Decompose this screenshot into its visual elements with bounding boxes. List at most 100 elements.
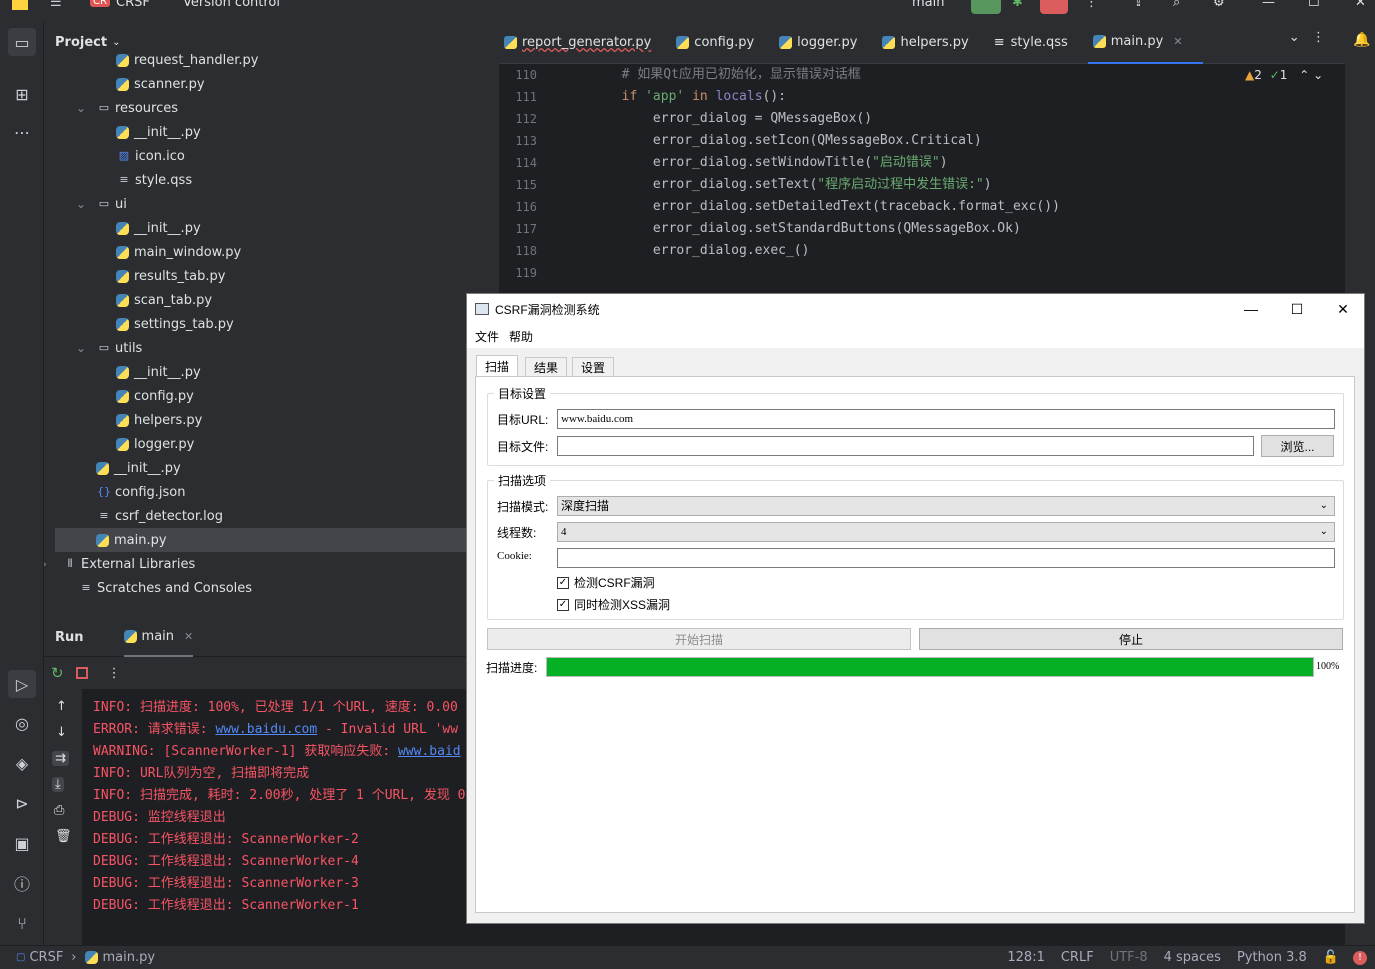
maximize-icon[interactable]: ☐ — [1308, 0, 1320, 10]
tree-item[interactable]: config.py — [116, 384, 194, 408]
csrf-checkbox[interactable]: ✓ 检测CSRF漏洞 — [557, 574, 655, 591]
console-output[interactable]: INFO: 扫描进度: 100%, 已处理 1/1 个URL, 速度: 0.00… — [82, 689, 499, 945]
notifications-icon[interactable]: 🔔 — [1353, 32, 1370, 48]
scroll-down-icon[interactable]: ↓ — [56, 725, 67, 740]
rerun-icon[interactable]: ↻ — [51, 664, 64, 682]
tree-item[interactable]: ⌄ ▭ resources — [76, 96, 178, 120]
tree-item[interactable]: __init__.py — [116, 216, 201, 240]
tree-item[interactable]: logger.py — [116, 432, 194, 456]
editor-tab[interactable]: config.py — [671, 22, 774, 64]
tree-item[interactable]: main.py — [55, 528, 499, 552]
stop-button[interactable]: 停止 — [919, 628, 1343, 650]
tree-item[interactable]: __init__.py — [96, 456, 181, 480]
tree-item[interactable]: results_tab.py — [116, 264, 225, 288]
tree-item[interactable]: __init__.py — [116, 120, 201, 144]
tree-item[interactable]: request_handler.py — [116, 48, 258, 72]
tree-item[interactable]: __init__.py — [116, 360, 201, 384]
tree-item[interactable]: scanner.py — [116, 72, 205, 96]
editor-tab[interactable]: ≡ style.qss — [989, 22, 1088, 64]
tab-results[interactable]: 结果 — [525, 357, 568, 377]
project-tool-icon[interactable]: ▭ — [8, 28, 36, 56]
threads-select[interactable]: 4 ⌄ — [557, 522, 1335, 542]
line-separator[interactable]: CRLF — [1061, 950, 1094, 965]
tree-item[interactable]: settings_tab.py — [116, 312, 234, 336]
editor-tab[interactable]: logger.py — [774, 22, 877, 64]
project-switcher[interactable]: CRSF — [116, 0, 150, 10]
run-button[interactable] — [971, 0, 1001, 14]
close-tab-icon[interactable]: ✕ — [184, 630, 193, 643]
stop-run-icon[interactable] — [75, 667, 88, 679]
tab-actions[interactable]: ⌄ ⋮ — [1289, 30, 1325, 45]
print-icon[interactable]: ⎙ — [54, 803, 64, 818]
inspection-widget[interactable]: ▲2 ✓1 ⌃ ⌄ — [1245, 68, 1323, 82]
tree-item[interactable]: ≡ Scratches and Consoles — [78, 576, 252, 600]
mode-select[interactable]: 深度扫描 ⌄ — [557, 496, 1335, 516]
minimize-icon[interactable]: — — [1262, 0, 1275, 10]
search-icon[interactable]: ⌕ — [1173, 0, 1180, 10]
tree-item[interactable]: scan_tab.py — [116, 288, 212, 312]
breadcrumb-file[interactable]: main.py — [103, 950, 156, 965]
run-tool-icon[interactable]: ▷ — [8, 670, 36, 698]
branch-widget[interactable]: main — [912, 0, 944, 10]
tree-item[interactable]: ⌄ ▭ ui — [76, 192, 127, 216]
tab-scan[interactable]: 扫描 — [476, 355, 519, 377]
tree-item[interactable]: ≡ style.qss — [116, 168, 192, 192]
run-tab-main[interactable]: main ✕ — [123, 619, 194, 657]
code-view[interactable]: 110 # 如果Qt应用已初始化，显示错误对话框 111 if 'app' in … — [499, 64, 1345, 294]
settings-gear-icon[interactable]: ⚙ — [1213, 0, 1225, 10]
caret-position[interactable]: 128:1 — [1007, 950, 1044, 965]
code-with-me-icon[interactable]: ⇪ — [1133, 0, 1144, 10]
console-link[interactable]: www.baid — [398, 744, 461, 759]
terminal-icon[interactable]: ▣ — [10, 831, 34, 855]
git-icon[interactable]: ⑂ — [10, 911, 34, 935]
tree-item[interactable]: helpers.py — [116, 408, 202, 432]
file-encoding[interactable]: UTF-8 — [1110, 950, 1148, 965]
interpreter-widget[interactable]: Python 3.8 — [1237, 950, 1307, 965]
soft-wrap-icon[interactable]: ⇉ — [52, 751, 69, 766]
start-scan-button[interactable]: 开始扫描 — [487, 628, 911, 650]
more-tools-icon[interactable]: ⋯ — [10, 120, 34, 144]
tree-item[interactable]: main_window.py — [116, 240, 241, 264]
app-close-icon[interactable]: ✕ — [1320, 294, 1364, 324]
clear-icon[interactable]: 🗑 — [55, 829, 72, 844]
editor-tab[interactable]: helpers.py — [877, 22, 988, 64]
indent-setting[interactable]: 4 spaces — [1164, 950, 1221, 965]
tree-item[interactable]: ▨ icon.ico — [116, 144, 185, 168]
app-minimize-icon[interactable]: — — [1228, 294, 1274, 324]
menu-help[interactable]: 帮助 — [507, 328, 541, 345]
tab-settings[interactable]: 设置 — [572, 357, 615, 377]
project-panel-header[interactable]: Project ⌄ — [44, 22, 499, 62]
scroll-up-icon[interactable]: ↑ — [56, 699, 67, 714]
xss-checkbox[interactable]: ✓ 同时检测XSS漏洞 — [557, 596, 670, 613]
tree-item[interactable]: ≡ csrf_detector.log — [96, 504, 223, 528]
browse-button[interactable]: 浏览... — [1261, 435, 1334, 457]
more-actions-icon[interactable]: ⋮ — [1085, 0, 1098, 10]
breadcrumb-project[interactable]: CRSF — [29, 950, 63, 965]
main-menu-icon[interactable]: ☰ — [50, 0, 62, 10]
chevron-down-icon[interactable]: ⌄ — [76, 341, 86, 355]
menu-file[interactable]: 文件 — [473, 328, 507, 345]
python-packages-icon[interactable]: ◈ — [10, 751, 34, 775]
file-input[interactable] — [557, 436, 1254, 456]
lock-icon[interactable]: 🔓 — [1323, 950, 1339, 965]
close-tab-icon[interactable]: ✕ — [1173, 35, 1182, 48]
cookie-input[interactable] — [557, 548, 1335, 568]
python-console-icon[interactable]: ◎ — [10, 711, 34, 735]
scroll-to-end-icon[interactable]: ⤓ — [52, 777, 64, 792]
app-titlebar[interactable]: CSRF漏洞检测系统 — ☐ ✕ — [467, 294, 1364, 324]
url-input[interactable]: www.baidu.com — [557, 409, 1335, 429]
error-indicator-icon[interactable]: ! — [1353, 950, 1367, 965]
chevron-right-icon[interactable]: › — [44, 557, 47, 571]
tree-item[interactable]: ⌄ ▭ utils — [76, 336, 142, 360]
console-link[interactable]: www.baidu.com — [215, 722, 317, 737]
editor-tab[interactable]: report_generator.py — [499, 22, 671, 64]
chevron-down-icon[interactable]: ⌄ — [76, 197, 86, 211]
problems-icon[interactable]: ⓘ — [10, 871, 34, 895]
tree-item[interactable]: › ⫴ External Libraries — [44, 552, 195, 576]
chevron-down-icon[interactable]: ⌄ — [76, 101, 86, 115]
editor-tab[interactable]: main.py ✕ — [1087, 22, 1203, 64]
run-more-icon[interactable]: ⋮ — [108, 666, 121, 681]
debug-icon[interactable]: ✱ — [1012, 0, 1023, 10]
stop-button[interactable] — [1040, 0, 1068, 14]
services-icon[interactable]: ⊳ — [10, 791, 34, 815]
